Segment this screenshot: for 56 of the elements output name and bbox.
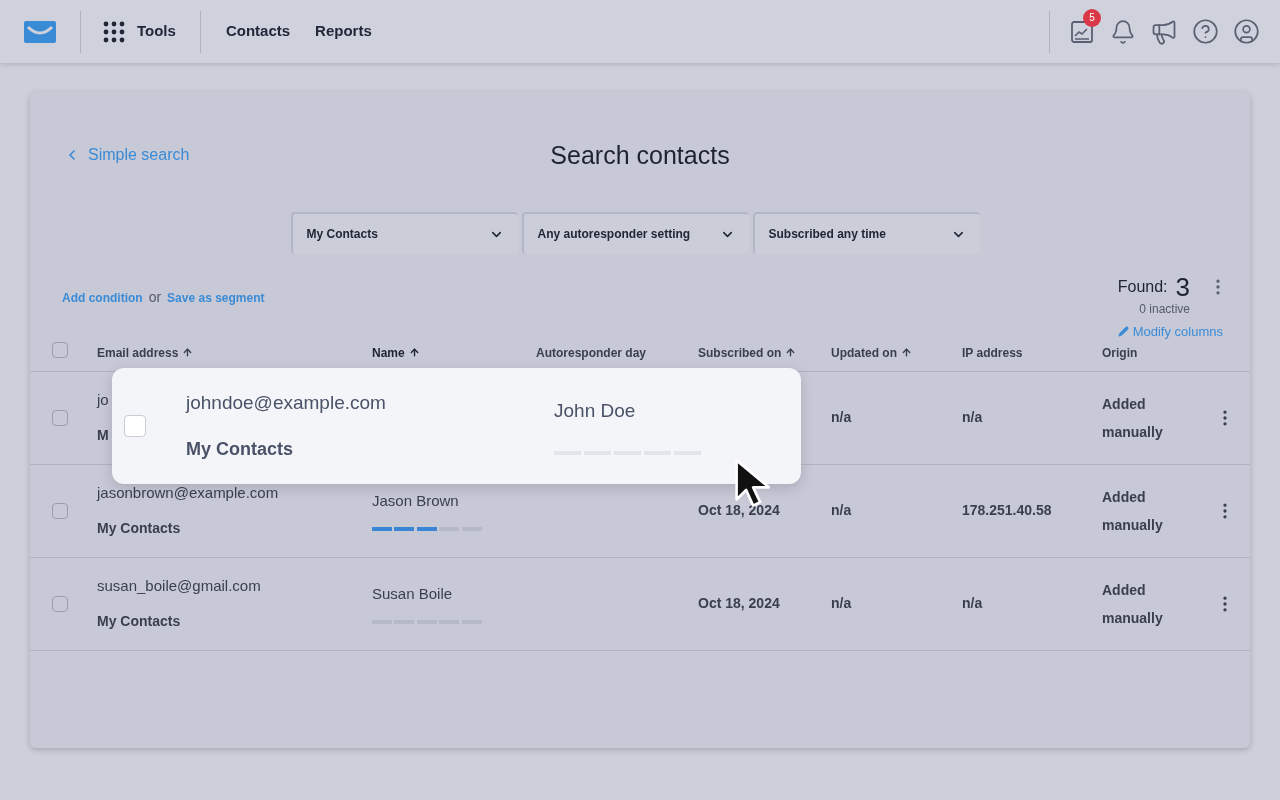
list-cell-text: My Contacts	[97, 519, 181, 539]
name-cell-text: Jason Brown	[372, 491, 459, 512]
origin-cell-text: Added manually	[1102, 394, 1164, 442]
found-count: 3	[1175, 274, 1190, 300]
origin-cell-text: Added manually	[1102, 487, 1164, 535]
nav-link[interactable]: Reports	[315, 20, 372, 43]
email-cell-text: jo	[97, 389, 109, 410]
found-label: Found:	[1117, 277, 1168, 297]
card-list: My Contacts	[186, 435, 554, 463]
sort-arrow-icon	[901, 347, 912, 358]
ip-cell-text: 178.251.40.58	[962, 501, 1053, 520]
column-header[interactable]: Subscribed on	[698, 343, 797, 362]
sort-arrow-icon	[408, 347, 420, 358]
help-icon[interactable]	[1192, 18, 1219, 45]
checkbox[interactable]	[52, 502, 68, 519]
name-cell-text: Susan Boile	[372, 584, 453, 605]
or-text: or	[148, 288, 162, 307]
filter-dropdown[interactable]: Any autoresponder setting	[521, 212, 749, 254]
column-header[interactable]: Email address	[97, 343, 194, 362]
ip-cell-text: n/a	[962, 594, 984, 613]
inactive-count: 0 inactive	[1139, 301, 1190, 318]
page-title: Search contacts	[550, 140, 730, 171]
checkbox[interactable]	[52, 409, 68, 426]
checkbox[interactable]	[52, 341, 68, 358]
notification-badge: 5	[1083, 8, 1101, 27]
email-cell-text: jasonbrown@example.com	[97, 482, 279, 503]
column-header[interactable]: Origin	[1102, 343, 1138, 362]
list-cell-text: My Contacts	[97, 612, 181, 632]
checkbox[interactable]	[52, 595, 68, 612]
sort-arrow-icon	[785, 347, 797, 358]
column-header[interactable]: IP address	[962, 343, 1023, 362]
subscribed-cell: Oct 18, 2024	[698, 502, 780, 518]
subscribed-cell: Oct 18, 2024	[698, 595, 780, 611]
email-cell-text: susan_boile@gmail.com	[97, 575, 261, 596]
updated-cell-text: n/a	[831, 408, 853, 427]
checkbox[interactable]	[124, 415, 146, 437]
filter-dropdown[interactable]: My Contacts	[290, 212, 518, 254]
updated-cell-text: n/a	[831, 501, 853, 520]
card-email: johndoe@example.com	[186, 391, 387, 416]
bell-icon[interactable]	[1110, 18, 1136, 45]
card-name: John Doe	[554, 398, 637, 423]
ip-cell-text: n/a	[962, 408, 984, 427]
envelope-logo-icon[interactable]	[24, 20, 56, 43]
column-header[interactable]: Updated on	[831, 343, 912, 362]
filter-dropdown[interactable]: Subscribed any time	[752, 212, 980, 254]
column-header[interactable]: Name	[372, 343, 420, 362]
column-header[interactable]: Autoresponder day	[536, 343, 646, 362]
updated-cell-text: n/a	[831, 594, 853, 613]
origin-cell-text: Added manually	[1102, 580, 1164, 628]
grid-icon	[103, 20, 125, 43]
list-cell-text: M	[97, 426, 109, 446]
tools-menu-button[interactable]: Tools	[103, 20, 176, 43]
account-icon[interactable]	[1233, 18, 1260, 45]
nav-link[interactable]: Contacts	[225, 20, 291, 43]
pencil-icon	[1117, 326, 1129, 338]
sort-arrow-icon	[182, 347, 194, 358]
